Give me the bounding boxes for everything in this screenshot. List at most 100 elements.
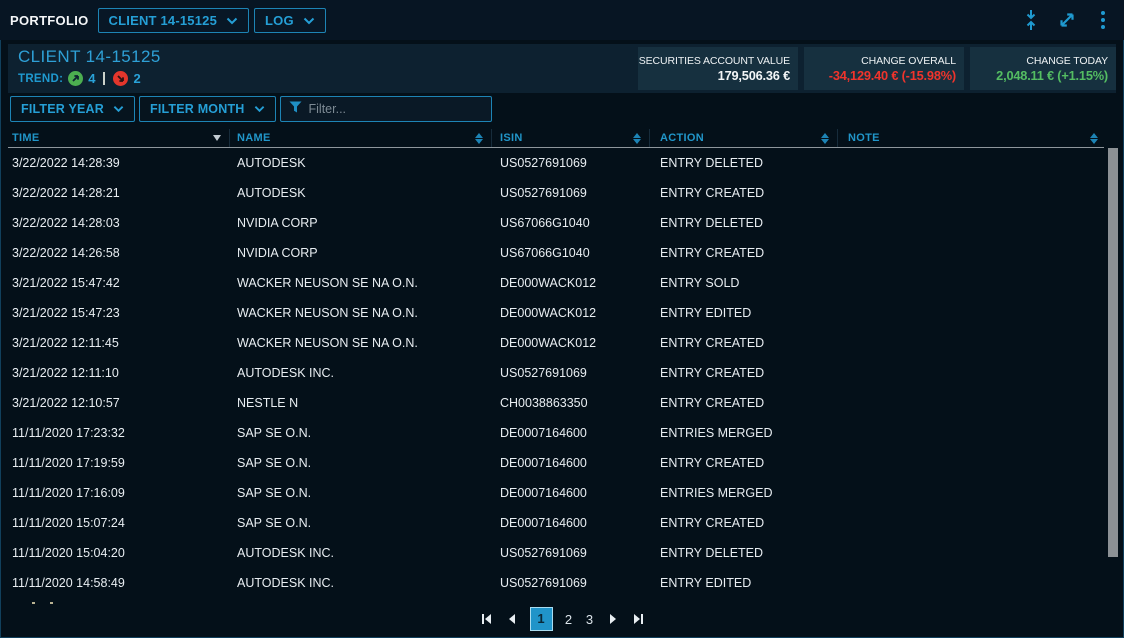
table-row[interactable]: 11/11/2020 17:16:09 SAP SE O.N. DE000716… [8, 478, 1104, 508]
clipped-next-row-artifact [32, 602, 35, 604]
table-row[interactable]: 3/22/2022 14:28:39 AUTODESK US0527691069… [8, 148, 1104, 178]
cell-note [838, 298, 1104, 328]
stats-row: SECURITIES ACCOUNT VALUE 179,506.36 € CH… [638, 47, 1116, 90]
cell-action: ENTRY CREATED [650, 388, 838, 418]
cell-action: ENTRY CREATED [650, 238, 838, 268]
table-row[interactable]: 3/21/2022 12:10:57 NESTLE N CH0038863350… [8, 388, 1104, 418]
cell-action: ENTRY SOLD [650, 268, 838, 298]
client-header-panel: CLIENT 14-15125 TREND: 4 2 SECURITIES AC… [8, 44, 1116, 93]
table-row[interactable]: 11/11/2020 17:19:59 SAP SE O.N. DE000716… [8, 448, 1104, 478]
table-row[interactable]: 11/11/2020 17:23:32 SAP SE O.N. DE000716… [8, 418, 1104, 448]
table-row[interactable]: 3/21/2022 15:47:42 WACKER NEUSON SE NA O… [8, 268, 1104, 298]
filter-text-input[interactable] [309, 102, 483, 116]
table-row[interactable]: 3/21/2022 12:11:10 AUTODESK INC. US05276… [8, 358, 1104, 388]
cell-action: ENTRIES MERGED [650, 418, 838, 448]
cell-action: ENTRY CREATED [650, 178, 838, 208]
cell-time: 3/21/2022 12:11:45 [8, 328, 230, 358]
expand-diagonal-icon[interactable] [1056, 9, 1078, 31]
filter-year-dropdown[interactable]: FILTER YEAR [10, 96, 135, 122]
page-title: CLIENT 14-15125 [18, 47, 161, 67]
chevron-down-icon [303, 13, 315, 28]
client-dropdown[interactable]: CLIENT 14-15125 [98, 8, 250, 33]
cell-name: SAP SE O.N. [230, 478, 492, 508]
cell-note [838, 508, 1104, 538]
clipped-next-row-artifact [50, 602, 53, 604]
stat-change-overall: CHANGE OVERALL -34,129.40 € (-15.98%) [804, 47, 964, 90]
trend-up-count: 4 [88, 71, 95, 86]
cell-action: ENTRY CREATED [650, 508, 838, 538]
cell-isin: US0527691069 [492, 568, 650, 598]
cell-action: ENTRY DELETED [650, 538, 838, 568]
cell-isin: DE000WACK012 [492, 298, 650, 328]
column-label: ACTION [660, 132, 704, 144]
next-page-button[interactable] [606, 612, 620, 626]
log-dropdown-label: LOG [265, 13, 294, 28]
cell-time: 3/21/2022 12:10:57 [8, 388, 230, 418]
cell-note [838, 148, 1104, 178]
log-dropdown[interactable]: LOG [254, 8, 326, 33]
stat-value: 179,506.36 € [718, 68, 790, 83]
table-header: TIME NAME ISIN ACTION NOTE [8, 129, 1104, 147]
cell-isin: US0527691069 [492, 358, 650, 388]
table-row[interactable]: 11/11/2020 15:04:20 AUTODESK INC. US0527… [8, 538, 1104, 568]
cell-note [838, 568, 1104, 598]
column-header-action[interactable]: ACTION [650, 129, 838, 147]
trend-row: TREND: 4 2 [18, 71, 141, 86]
table-row[interactable]: 3/22/2022 14:28:03 NVIDIA CORP US67066G1… [8, 208, 1104, 238]
cell-time: 3/22/2022 14:28:03 [8, 208, 230, 238]
column-header-name[interactable]: NAME [230, 129, 492, 147]
cell-time: 3/21/2022 15:47:23 [8, 298, 230, 328]
sort-both-icon [821, 133, 829, 144]
table-row[interactable]: 11/11/2020 15:07:24 SAP SE O.N. DE000716… [8, 508, 1104, 538]
last-page-button[interactable] [631, 612, 645, 626]
cell-name: WACKER NEUSON SE NA O.N. [230, 328, 492, 358]
cell-isin: US67066G1040 [492, 238, 650, 268]
kebab-menu-icon[interactable] [1092, 9, 1114, 31]
column-label: ISIN [500, 132, 523, 144]
page-button-3[interactable]: 3 [585, 612, 595, 627]
filter-row: FILTER YEAR FILTER MONTH [10, 96, 492, 122]
cell-isin: US0527691069 [492, 538, 650, 568]
pagination: 1 2 3 [0, 607, 1124, 631]
table-row[interactable]: 3/21/2022 12:11:45 WACKER NEUSON SE NA O… [8, 328, 1104, 358]
column-label: NOTE [848, 132, 880, 144]
table-row[interactable]: 3/21/2022 15:47:23 WACKER NEUSON SE NA O… [8, 298, 1104, 328]
cell-name: SAP SE O.N. [230, 448, 492, 478]
cell-note [838, 478, 1104, 508]
stat-label: CHANGE OVERALL [861, 55, 956, 67]
column-header-time[interactable]: TIME [8, 129, 230, 147]
page-button-1[interactable]: 1 [530, 607, 553, 631]
cell-time: 11/11/2020 15:04:20 [8, 538, 230, 568]
stat-value: -34,129.40 € (-15.98%) [829, 68, 956, 83]
cell-name: AUTODESK [230, 178, 492, 208]
vertical-scrollbar-thumb[interactable] [1108, 148, 1118, 557]
first-page-button[interactable] [480, 612, 494, 626]
collapse-vertical-icon[interactable] [1020, 9, 1042, 31]
previous-page-button[interactable] [505, 612, 519, 626]
cell-time: 3/22/2022 14:26:58 [8, 238, 230, 268]
stat-label: CHANGE TODAY [1026, 55, 1108, 67]
table-row[interactable]: 11/11/2020 14:58:49 AUTODESK INC. US0527… [8, 568, 1104, 598]
cell-name: NVIDIA CORP [230, 208, 492, 238]
column-header-isin[interactable]: ISIN [492, 129, 650, 147]
table-row[interactable]: 3/22/2022 14:28:21 AUTODESK US0527691069… [8, 178, 1104, 208]
cell-action: ENTRY CREATED [650, 358, 838, 388]
cell-time: 11/11/2020 17:16:09 [8, 478, 230, 508]
portfolio-label: PORTFOLIO [10, 13, 89, 28]
stat-value: 2,048.11 € (+1.15%) [996, 68, 1108, 83]
cell-time: 3/22/2022 14:28:21 [8, 178, 230, 208]
sort-both-icon [475, 133, 483, 144]
chevron-down-icon [226, 13, 238, 28]
filter-month-dropdown[interactable]: FILTER MONTH [139, 96, 276, 122]
page-button-2[interactable]: 2 [564, 612, 574, 627]
cell-isin: DE000WACK012 [492, 328, 650, 358]
cell-isin: DE0007164600 [492, 448, 650, 478]
cell-time: 11/11/2020 15:07:24 [8, 508, 230, 538]
table-row[interactable]: 3/22/2022 14:26:58 NVIDIA CORP US67066G1… [8, 238, 1104, 268]
cell-name: AUTODESK INC. [230, 568, 492, 598]
cell-note [838, 418, 1104, 448]
column-header-note[interactable]: NOTE [838, 129, 1104, 147]
cell-isin: CH0038863350 [492, 388, 650, 418]
cell-action: ENTRY EDITED [650, 298, 838, 328]
cell-action: ENTRY CREATED [650, 448, 838, 478]
